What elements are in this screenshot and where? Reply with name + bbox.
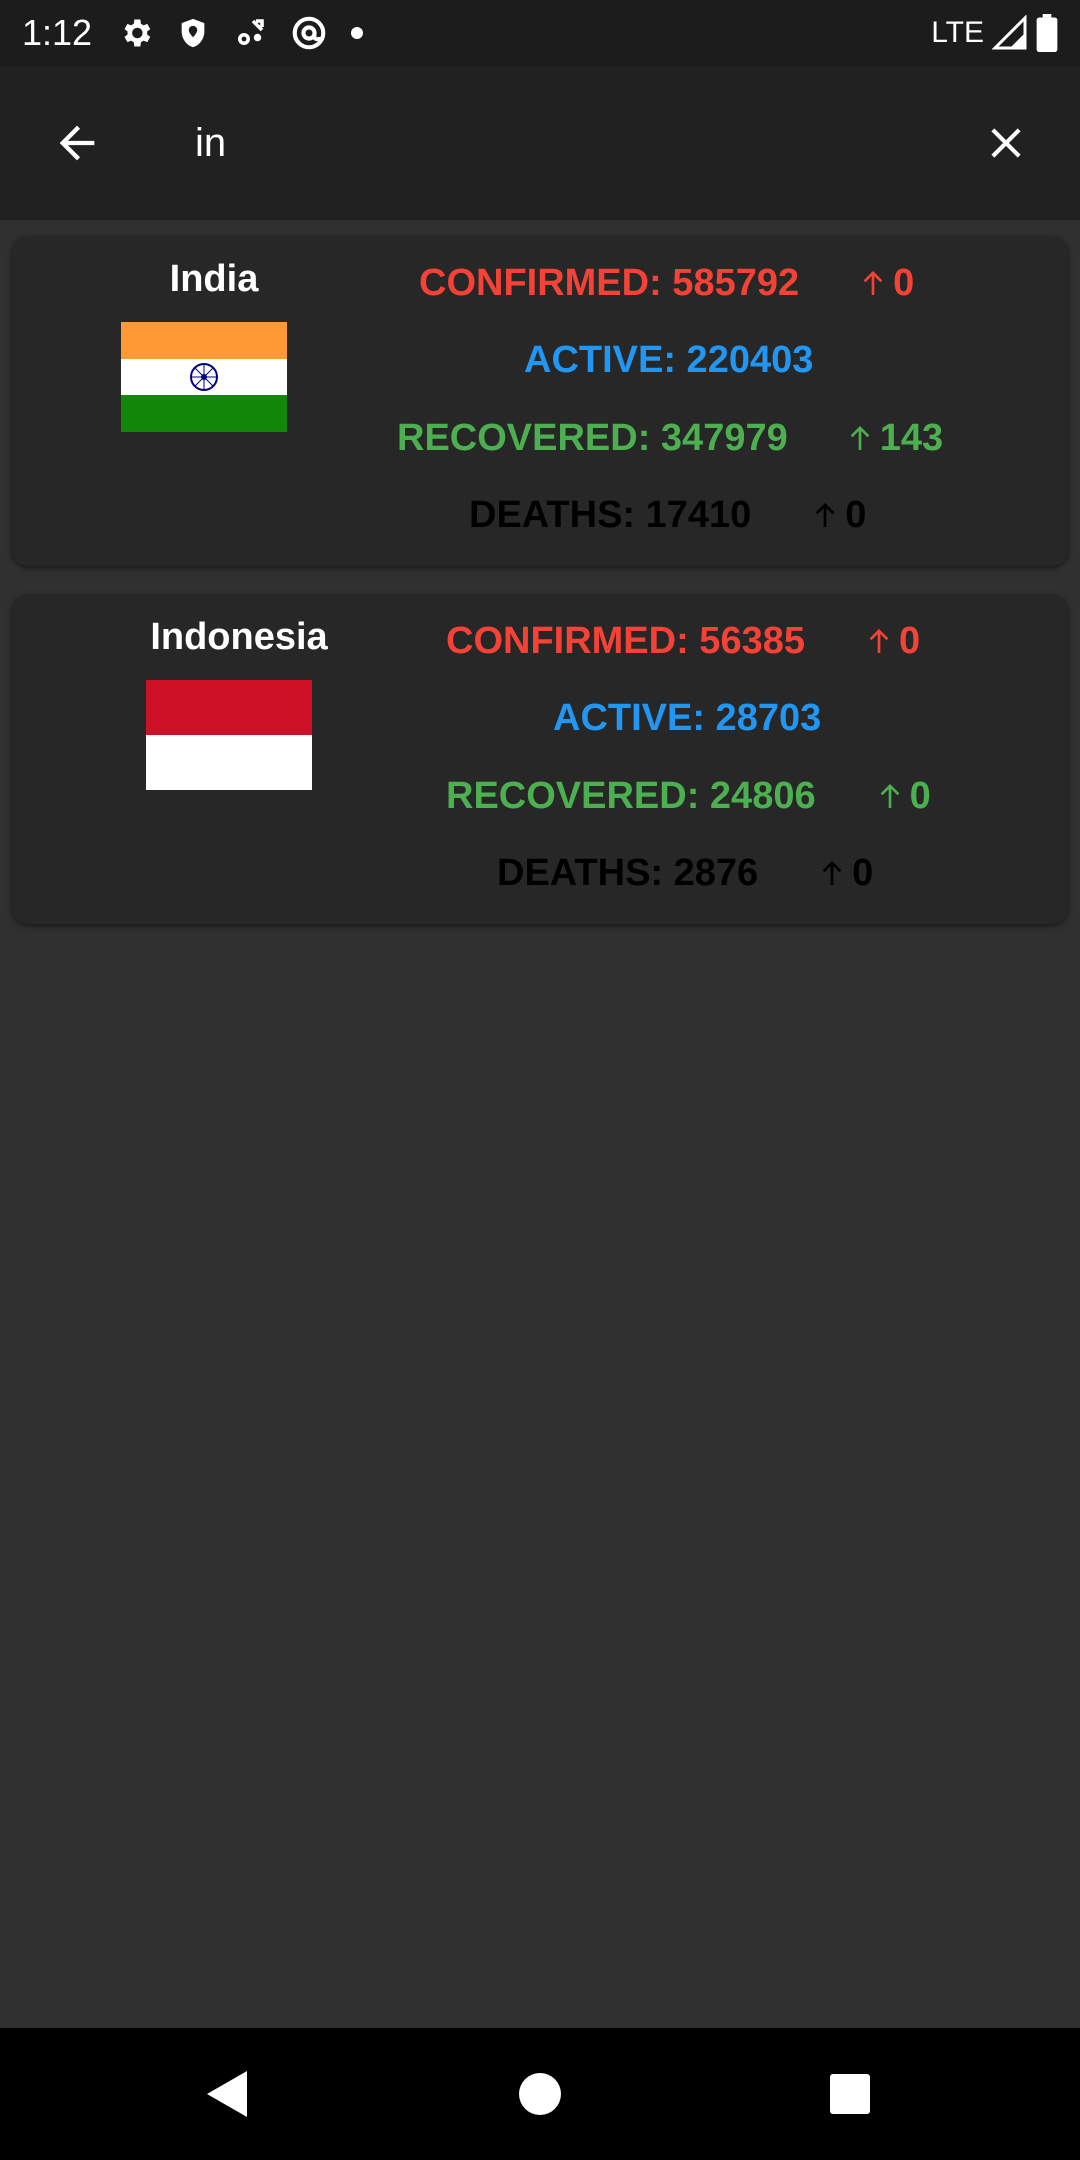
system-status: LTE [931,14,1058,52]
recovered-delta: 0 [874,775,931,818]
dot-icon [351,27,364,39]
network-type: LTE [931,16,984,49]
search-toolbar [0,66,1080,220]
settings-icon [124,19,151,47]
deaths-delta: 0 [816,852,873,895]
arrow-back-icon [59,125,95,161]
deaths-delta: 0 [809,494,866,537]
arrow-up-icon [863,271,883,295]
country-name: Indonesia [150,616,328,658]
confirmed-label: CONFIRMED: 585792 [419,261,800,304]
navigation-bar [0,2028,1080,2160]
confirmed-delta: 0 [863,620,920,663]
nav-recents-button[interactable] [820,2064,880,2124]
arrow-up-icon [850,426,870,450]
recovered-row: RECOVERED: 24806 0 [446,771,931,821]
triangle-back-icon [207,2071,247,2117]
active-row: ACTIVE: 28703 [553,693,821,743]
arrow-up-icon [880,784,899,808]
active-label: ACTIVE: 28703 [553,696,822,739]
active-label: ACTIVE: 220403 [524,338,814,381]
clear-search-button[interactable] [966,103,1046,183]
recovered-label: RECOVERED: 24806 [446,774,816,817]
status-bar: 1:12 LTE [0,0,1080,66]
deaths-row: DEATHS: 2876 0 [497,848,873,898]
search-input[interactable] [195,108,915,178]
confirmed-label: CONFIRMED: 56385 [446,619,805,662]
battery-icon [1036,14,1058,52]
notification-icons [118,14,364,52]
circle-home-icon [519,2073,561,2115]
arrow-up-icon [815,503,835,527]
nav-home-button[interactable] [510,2064,570,2124]
square-recents-icon [830,2074,870,2114]
arrow-up-icon [869,629,889,653]
deaths-label: DEATHS: 17410 [469,493,752,536]
close-icon [991,128,1021,158]
recovered-delta: 143 [844,417,943,460]
deaths-label: DEATHS: 2876 [497,851,759,894]
recovered-row: RECOVERED: 347979 143 [397,413,943,463]
active-row: ACTIVE: 220403 [524,335,813,385]
india-flag [121,322,287,432]
confirmed-row: CONFIRMED: 585792 0 [419,258,914,308]
indonesia-flag [146,680,312,790]
nav-back-button[interactable] [196,2064,256,2124]
confirmed-delta: 0 [857,262,914,305]
at-sign-icon [292,16,326,50]
status-time: 1:12 [22,12,93,53]
arrow-up-icon [822,861,842,885]
recovered-label: RECOVERED: 347979 [397,416,788,459]
country-card-india[interactable]: India CONFIRMED: 585792 0 ACTIVE: 220403… [12,236,1068,566]
back-button[interactable] [37,103,117,183]
country-card-indonesia[interactable]: Indonesia CONFIRMED: 56385 0 ACTIVE: 287… [12,594,1068,924]
confirmed-row: CONFIRMED: 56385 0 [446,616,920,666]
shield-icon [181,18,205,48]
country-name: India [169,258,259,300]
sync-settings-icon [238,19,264,45]
signal-icon [992,15,1027,50]
deaths-row: DEATHS: 17410 0 [469,490,866,540]
